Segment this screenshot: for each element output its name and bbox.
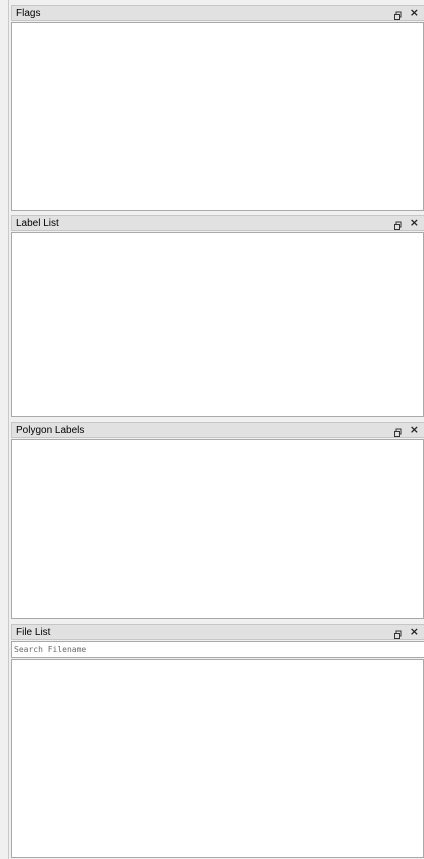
file-list-dock: File List ×	[11, 624, 424, 859]
close-icon[interactable]: ×	[410, 423, 419, 437]
flags-title: Flags	[16, 8, 41, 19]
polygon-labels-title: Polygon Labels	[16, 425, 85, 436]
close-icon[interactable]: ×	[410, 216, 419, 230]
polygon-labels-dock: Polygon Labels ×	[11, 422, 424, 620]
close-icon[interactable]: ×	[410, 625, 419, 639]
file-list-titlebar[interactable]: File List ×	[11, 624, 424, 640]
label-list-titlebar[interactable]: Label List ×	[11, 215, 424, 231]
float-icon[interactable]	[394, 218, 402, 230]
search-filename-input[interactable]	[11, 641, 424, 658]
flags-dock: Flags ×	[11, 5, 424, 212]
polygon-labels-titlebar[interactable]: Polygon Labels ×	[11, 422, 424, 438]
file-list-title: File List	[16, 627, 51, 638]
label-list[interactable]	[11, 232, 424, 417]
close-icon[interactable]: ×	[410, 6, 419, 20]
float-icon[interactable]	[394, 425, 402, 437]
label-list-title: Label List	[16, 218, 59, 229]
left-splitter[interactable]	[0, 0, 9, 859]
label-list-dock: Label List ×	[11, 215, 424, 418]
flags-list[interactable]	[11, 22, 424, 211]
float-icon[interactable]	[394, 8, 402, 20]
file-list[interactable]	[11, 659, 424, 858]
float-icon[interactable]	[394, 627, 402, 639]
flags-titlebar[interactable]: Flags ×	[11, 5, 424, 21]
polygon-labels-list[interactable]	[11, 439, 424, 619]
